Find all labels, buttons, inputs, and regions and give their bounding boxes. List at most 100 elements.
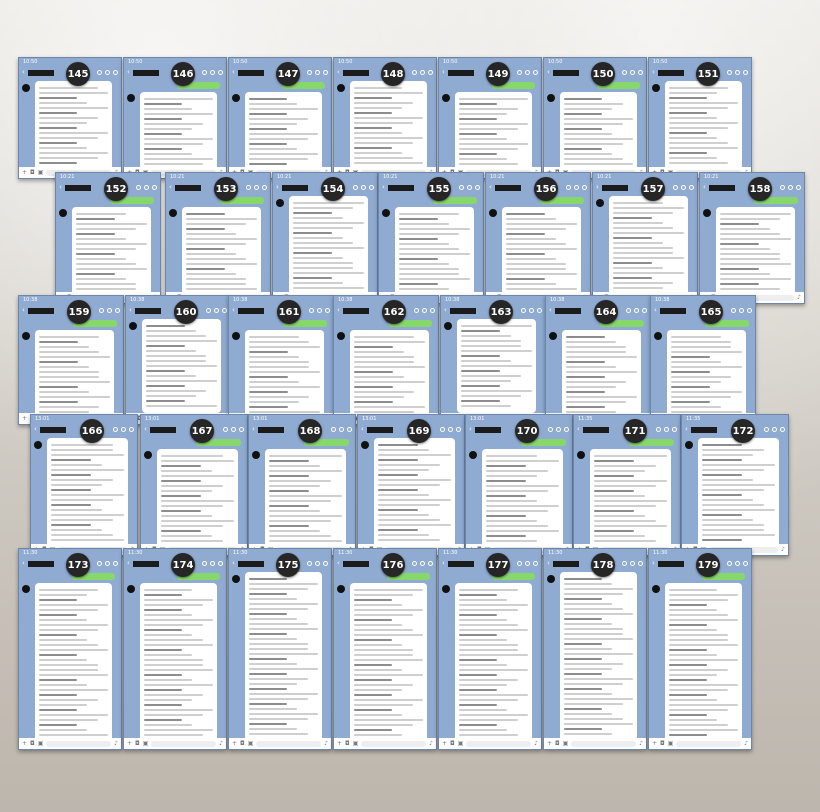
mic-icon[interactable]: ♪	[429, 740, 433, 747]
phone-icon[interactable]	[315, 70, 320, 75]
plus-icon[interactable]: +	[442, 740, 447, 747]
menu-icon[interactable]	[129, 427, 134, 432]
plus-icon[interactable]: +	[22, 740, 27, 747]
mic-icon[interactable]: ♪	[797, 294, 801, 301]
message-input[interactable]	[46, 740, 112, 747]
search-icon[interactable]	[97, 561, 102, 566]
back-chevron-icon[interactable]: ‹	[232, 560, 235, 567]
search-icon[interactable]	[622, 70, 627, 75]
camera-icon[interactable]: ◘	[345, 740, 350, 747]
camera-icon[interactable]: ◘	[450, 740, 455, 747]
image-icon[interactable]: ▣	[353, 740, 359, 747]
back-chevron-icon[interactable]: ‹	[489, 184, 492, 191]
menu-icon[interactable]	[323, 70, 328, 75]
back-chevron-icon[interactable]: ‹	[337, 69, 340, 76]
plus-icon[interactable]: +	[127, 740, 132, 747]
search-icon[interactable]	[202, 561, 207, 566]
back-chevron-icon[interactable]: ‹	[232, 307, 235, 314]
back-chevron-icon[interactable]: ‹	[685, 426, 688, 433]
back-chevron-icon[interactable]: ‹	[59, 184, 62, 191]
menu-icon[interactable]	[152, 185, 157, 190]
image-icon[interactable]: ▣	[38, 740, 44, 747]
back-chevron-icon[interactable]: ‹	[577, 426, 580, 433]
image-icon[interactable]: ▣	[143, 740, 149, 747]
back-chevron-icon[interactable]: ‹	[144, 426, 147, 433]
message-input[interactable]	[151, 740, 217, 747]
search-icon[interactable]	[622, 561, 627, 566]
plus-icon[interactable]: +	[22, 169, 27, 176]
search-icon[interactable]	[780, 185, 785, 190]
search-icon[interactable]	[521, 308, 526, 313]
phone-icon[interactable]	[448, 427, 453, 432]
phone-icon[interactable]	[630, 70, 635, 75]
phone-icon[interactable]	[420, 561, 425, 566]
menu-icon[interactable]	[325, 308, 330, 313]
back-chevron-icon[interactable]: ‹	[22, 560, 25, 567]
search-icon[interactable]	[626, 308, 631, 313]
plus-icon[interactable]: +	[232, 740, 237, 747]
menu-icon[interactable]	[582, 185, 587, 190]
search-icon[interactable]	[673, 185, 678, 190]
back-chevron-icon[interactable]: ‹	[547, 560, 550, 567]
search-icon[interactable]	[731, 308, 736, 313]
menu-icon[interactable]	[456, 427, 461, 432]
phone-icon[interactable]	[574, 185, 579, 190]
search-icon[interactable]	[97, 70, 102, 75]
phone-icon[interactable]	[788, 185, 793, 190]
search-icon[interactable]	[223, 427, 228, 432]
camera-icon[interactable]: ◘	[30, 169, 35, 176]
menu-icon[interactable]	[743, 70, 748, 75]
back-chevron-icon[interactable]: ‹	[596, 184, 599, 191]
mic-icon[interactable]: ♪	[534, 740, 538, 747]
back-chevron-icon[interactable]: ‹	[337, 307, 340, 314]
message-input[interactable]	[466, 740, 532, 747]
back-chevron-icon[interactable]: ‹	[442, 560, 445, 567]
message-input[interactable]	[256, 740, 322, 747]
phone-icon[interactable]	[529, 308, 534, 313]
camera-icon[interactable]: ◘	[660, 740, 665, 747]
search-icon[interactable]	[331, 427, 336, 432]
camera-icon[interactable]: ◘	[135, 740, 140, 747]
menu-icon[interactable]	[689, 185, 694, 190]
image-icon[interactable]: ▣	[38, 169, 44, 176]
back-chevron-icon[interactable]: ‹	[22, 307, 25, 314]
menu-icon[interactable]	[672, 427, 677, 432]
phone-icon[interactable]	[105, 561, 110, 566]
search-icon[interactable]	[136, 185, 141, 190]
phone-icon[interactable]	[121, 427, 126, 432]
menu-icon[interactable]	[369, 185, 374, 190]
phone-icon[interactable]	[467, 185, 472, 190]
search-icon[interactable]	[517, 70, 522, 75]
phone-icon[interactable]	[739, 308, 744, 313]
menu-icon[interactable]	[796, 185, 801, 190]
mic-icon[interactable]: ♪	[744, 740, 748, 747]
menu-icon[interactable]	[638, 70, 643, 75]
back-chevron-icon[interactable]: ‹	[34, 426, 37, 433]
back-chevron-icon[interactable]: ‹	[337, 560, 340, 567]
search-icon[interactable]	[206, 308, 211, 313]
search-icon[interactable]	[307, 561, 312, 566]
search-icon[interactable]	[246, 185, 251, 190]
message-input[interactable]	[571, 740, 637, 747]
phone-icon[interactable]	[420, 70, 425, 75]
search-icon[interactable]	[764, 427, 769, 432]
mic-icon[interactable]: ♪	[114, 740, 118, 747]
menu-icon[interactable]	[428, 70, 433, 75]
back-chevron-icon[interactable]: ‹	[549, 307, 552, 314]
phone-icon[interactable]	[105, 70, 110, 75]
search-icon[interactable]	[566, 185, 571, 190]
back-chevron-icon[interactable]: ‹	[361, 426, 364, 433]
search-icon[interactable]	[202, 70, 207, 75]
menu-icon[interactable]	[347, 427, 352, 432]
search-icon[interactable]	[99, 308, 104, 313]
search-icon[interactable]	[727, 70, 732, 75]
phone-icon[interactable]	[525, 561, 530, 566]
back-chevron-icon[interactable]: ‹	[444, 307, 447, 314]
menu-icon[interactable]	[239, 427, 244, 432]
back-chevron-icon[interactable]: ‹	[129, 307, 132, 314]
menu-icon[interactable]	[475, 185, 480, 190]
search-icon[interactable]	[309, 308, 314, 313]
menu-icon[interactable]	[537, 308, 542, 313]
phone-icon[interactable]	[681, 185, 686, 190]
camera-icon[interactable]: ◘	[30, 740, 35, 747]
